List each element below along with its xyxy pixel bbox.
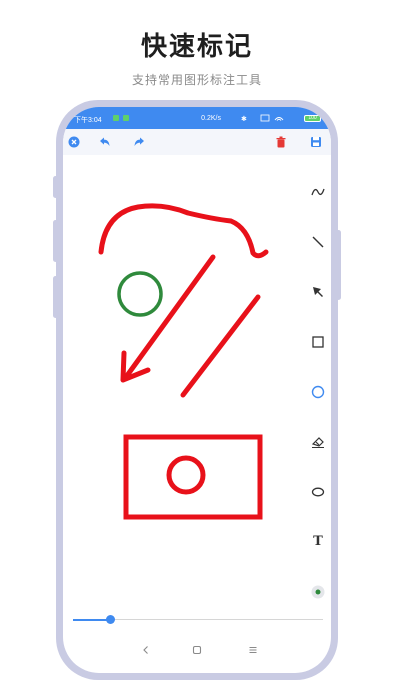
ellipse-icon[interactable] [309,483,327,501]
green-circle [117,271,163,317]
promo-subtitle: 支持常用图形标注工具 [131,73,262,87]
tool-panel: T [305,107,331,627]
close-icon[interactable] [67,135,81,149]
notification-icon [123,115,129,121]
freehand-stroke [98,203,269,259]
phone-screen: 下午3:04 0.2K/s ✱ 100 T [63,107,331,673]
trash-icon[interactable] [274,135,288,149]
phone-side-button [53,176,58,198]
phone-power-button [336,230,341,300]
phone-frame: 下午3:04 0.2K/s ✱ 100 T [53,100,341,680]
nav-bar [63,637,331,663]
text-icon[interactable]: T [309,533,327,551]
status-bar: 下午3:04 0.2K/s ✱ 100 [63,107,331,129]
freehand-icon[interactable] [309,183,327,201]
notification-icon [113,115,119,121]
arrow-stroke [123,254,216,380]
network-speed: 0.2K/s [201,115,221,122]
line-stroke [180,294,261,398]
stroke-width-fill [73,619,111,621]
circle-icon[interactable] [309,383,327,401]
promo-title: 快速标记 [140,32,253,62]
phone-volume-button [53,220,58,262]
back-icon[interactable] [139,643,153,657]
stroke-width-thumb[interactable] [106,615,115,624]
top-toolbar [63,129,331,155]
line-icon[interactable] [309,233,327,251]
redo-icon[interactable] [133,135,147,149]
eraser-icon[interactable] [309,433,327,451]
red-circle [166,455,206,495]
status-time: 下午3:04 [74,117,102,124]
undo-icon[interactable] [97,135,111,149]
svg-text:✱: ✱ [241,115,247,123]
home-icon[interactable] [190,643,204,657]
drawing-canvas[interactable] [63,155,303,615]
color-picker-icon[interactable] [309,583,327,601]
menu-icon[interactable] [246,643,260,657]
red-rectangle [123,434,263,520]
rectangle-icon[interactable] [309,333,327,351]
arrow-icon[interactable] [309,283,327,301]
status-icons: ✱ [241,114,284,123]
phone-volume-button [53,276,58,318]
